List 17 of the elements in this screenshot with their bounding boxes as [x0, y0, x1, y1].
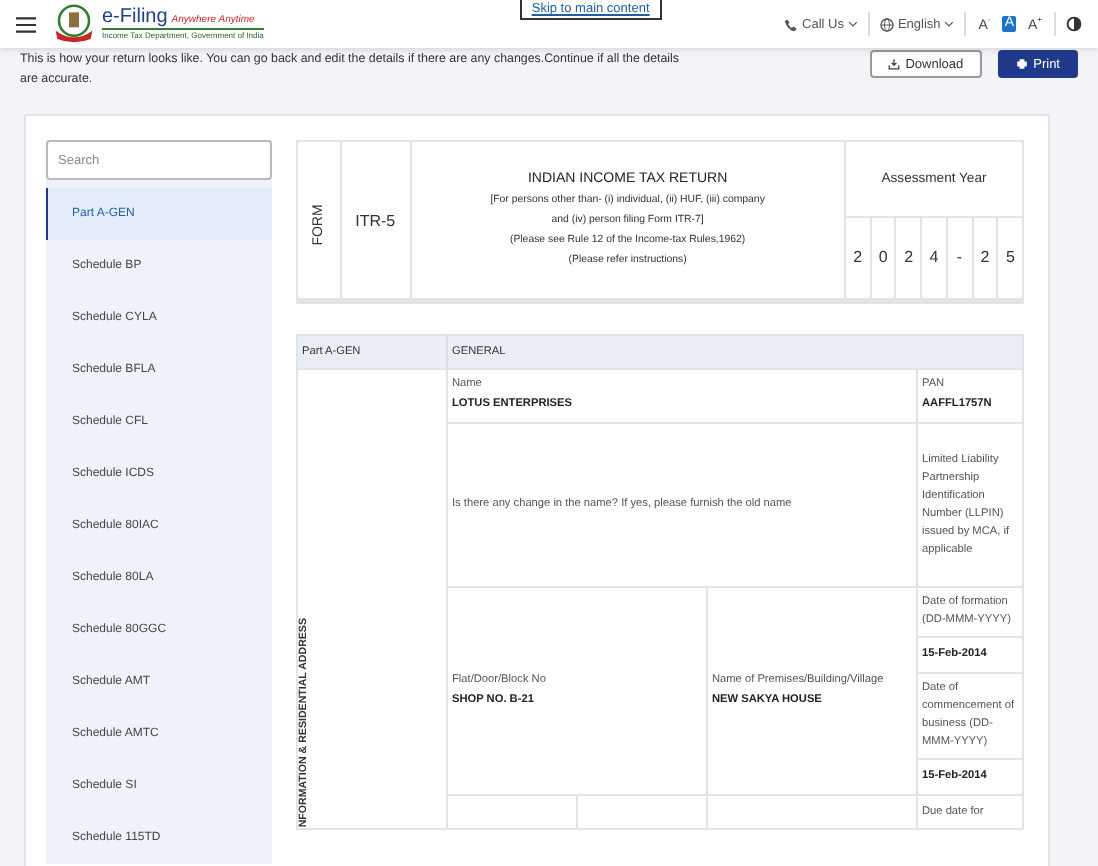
assessment-year-digit: -	[945, 218, 972, 298]
menu-icon[interactable]	[16, 15, 36, 33]
assessment-year-digit: 0	[869, 218, 895, 298]
globe-icon	[879, 17, 894, 31]
contrast-icon[interactable]	[1066, 16, 1082, 32]
assessment-year-digit: 4	[920, 218, 946, 298]
assessment-year-digit: 5	[996, 218, 1023, 298]
logo-title: e-Filing	[102, 8, 168, 28]
printer-icon	[1015, 58, 1028, 70]
download-icon	[887, 58, 900, 70]
chevron-down-icon	[944, 20, 955, 28]
form-name: ITR-5	[355, 211, 396, 229]
assessment-year-digit: 2	[851, 246, 865, 270]
assessment-year-digit: 2	[971, 218, 997, 298]
phone-icon	[784, 17, 799, 31]
assessment-year-digit: 2	[894, 218, 921, 298]
chevron-down-icon	[847, 20, 858, 28]
